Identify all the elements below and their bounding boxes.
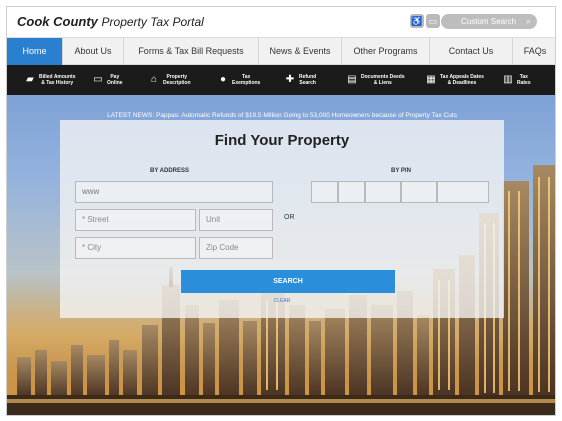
quicklink-label: Pay Online: [107, 74, 123, 86]
tab-home[interactable]: Home: [7, 38, 63, 65]
tab-news-events[interactable]: News & Events: [259, 38, 342, 65]
search-button[interactable]: SEARCH: [181, 270, 395, 293]
quicklink-label: Billed Amounts & Tax History: [39, 74, 76, 86]
tab-faqs[interactable]: FAQs: [513, 38, 555, 65]
zip-code-field[interactable]: Zip Code: [199, 237, 273, 259]
top-navigation: Home About Us Forms & Tax Bill Requests …: [7, 37, 555, 65]
search-placeholder: Custom Search: [461, 17, 517, 26]
bar-chart-icon: ▥: [503, 74, 513, 85]
site-header: Cook County Property Tax Portal ♿ ▭ Cust…: [7, 7, 555, 37]
quicklink-pay-online[interactable]: ▭ Pay Online: [93, 65, 123, 95]
quicklink-label: Property Description: [163, 74, 191, 86]
browser-frame: Cook County Property Tax Portal ♿ ▭ Cust…: [6, 6, 556, 416]
quicklink-refund-search[interactable]: ✚ Refund Search: [285, 65, 316, 95]
tab-about-us[interactable]: About Us: [63, 38, 124, 65]
accessibility-icon[interactable]: ♿: [410, 14, 424, 28]
quicklink-label: Documents Deeds & Liens: [361, 74, 405, 86]
unit-field[interactable]: Unit: [199, 209, 273, 231]
quicklink-billed-amounts[interactable]: ▰ Billed Amounts & Tax History: [25, 65, 75, 95]
by-address-heading: BY ADDRESS: [150, 168, 190, 174]
quicklink-documents-deeds-liens[interactable]: ▤ Documents Deeds & Liens: [347, 65, 405, 95]
pin-field-1[interactable]: [311, 181, 338, 203]
pin-field-3[interactable]: [365, 181, 401, 203]
panel-title: Find Your Property: [214, 132, 350, 149]
quicklink-label: Tax Appeals Dates & Deadlines: [440, 74, 484, 86]
quicklink-label: Tax Exemptions: [232, 74, 261, 86]
tab-forms-tax-bill-requests[interactable]: Forms & Tax Bill Requests: [124, 38, 259, 65]
quicklink-label: Tax Rates: [517, 74, 531, 86]
lifebuoy-icon: ✚: [285, 74, 295, 85]
street-field[interactable]: * Street: [75, 209, 196, 231]
tab-other-programs[interactable]: Other Programs: [342, 38, 430, 65]
pin-field-4[interactable]: [401, 181, 437, 203]
site-logo[interactable]: Cook County Property Tax Portal: [17, 14, 204, 29]
logo-bold-text: Cook County: [17, 14, 98, 29]
quicklink-tax-exemptions[interactable]: ● Tax Exemptions: [218, 65, 260, 95]
custom-search-input[interactable]: Custom Search ⌕: [441, 14, 537, 29]
quicklink-property-description[interactable]: ⌂ Property Description: [149, 65, 191, 95]
folder-icon: ▰: [26, 74, 34, 85]
pin-field-2[interactable]: [338, 181, 365, 203]
house-icon: ⌂: [150, 74, 158, 85]
location-pin-icon: ●: [219, 74, 227, 85]
find-property-panel: Find Your Property BY ADDRESS BY PIN www…: [60, 120, 504, 318]
logo-light-text: Property Tax Portal: [101, 15, 204, 29]
monitor-icon: ▭: [93, 74, 103, 85]
city-field[interactable]: * City: [75, 237, 196, 259]
print-icon[interactable]: ▭: [426, 14, 440, 28]
house-number-field[interactable]: www: [75, 181, 273, 203]
calendar-icon: ▦: [426, 74, 436, 85]
tab-contact-us[interactable]: Contact Us: [430, 38, 513, 65]
quick-links-bar: ▰ Billed Amounts & Tax History ▭ Pay Onl…: [7, 65, 555, 95]
quicklink-tax-rates[interactable]: ▥ Tax Rates: [503, 65, 531, 95]
quicklink-tax-appeals[interactable]: ▦ Tax Appeals Dates & Deadlines: [426, 65, 484, 95]
search-icon[interactable]: ⌕: [526, 14, 531, 29]
quicklink-label: Refund Search: [299, 74, 317, 86]
pin-field-5[interactable]: [437, 181, 489, 203]
by-pin-heading: BY PIN: [391, 168, 411, 174]
or-divider: OR: [284, 214, 295, 221]
clear-link[interactable]: CLEAR: [60, 298, 504, 304]
documents-icon: ▤: [347, 74, 357, 85]
